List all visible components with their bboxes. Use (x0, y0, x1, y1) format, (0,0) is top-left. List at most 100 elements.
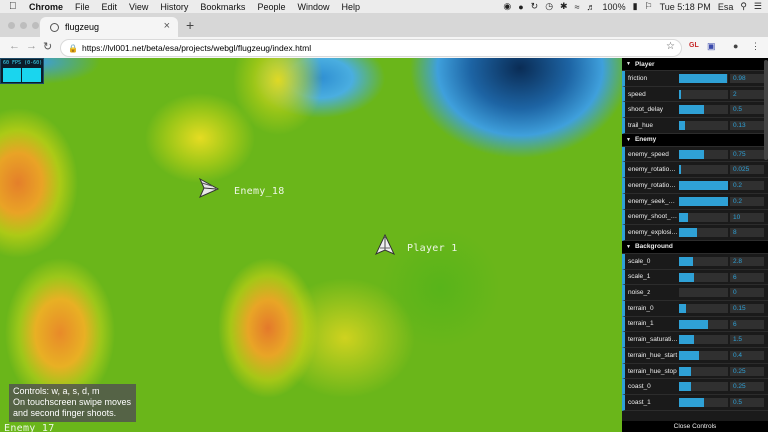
value-field[interactable]: 0.13 (730, 121, 764, 131)
folder-background[interactable]: ▼ Background (622, 240, 768, 254)
menu-app-chrome[interactable]: Chrome (29, 2, 63, 12)
slider-track[interactable] (679, 105, 728, 115)
back-arrow-icon[interactable]: ← (9, 40, 20, 52)
value-field[interactable]: 0.25 (730, 366, 764, 376)
flag-icon[interactable]: ⚐ (645, 1, 653, 12)
value-field[interactable]: 0.5 (730, 398, 764, 408)
value-field[interactable]: 0.5 (730, 105, 764, 115)
slider-fill[interactable] (679, 228, 698, 238)
bookmark-star-icon[interactable]: ☆ (666, 41, 675, 52)
value-field[interactable]: 0 (730, 288, 764, 298)
close-tab-icon[interactable]: × (164, 20, 170, 32)
slider-track[interactable] (679, 272, 728, 282)
slider-track[interactable] (679, 212, 728, 222)
slider-track[interactable] (679, 382, 728, 392)
menu-view[interactable]: View (129, 2, 148, 12)
time-machine-icon[interactable]: ◷ (545, 1, 553, 12)
slider-track[interactable] (679, 366, 728, 376)
slider-fill[interactable] (679, 89, 681, 99)
slider-fill[interactable] (679, 74, 728, 83)
gl-extension-icon[interactable]: GL (689, 42, 699, 49)
slider-fill[interactable] (679, 398, 704, 408)
slider-track[interactable] (679, 228, 728, 238)
status-icon-1[interactable]: ◉ (503, 1, 511, 12)
new-tab-button[interactable]: + (186, 17, 194, 33)
folder-player[interactable]: ▼ Player (622, 58, 768, 71)
slider-fill[interactable] (679, 181, 728, 191)
slider-fill[interactable] (679, 121, 686, 131)
user-name[interactable]: Esa (718, 2, 734, 12)
slider-track[interactable] (679, 335, 728, 345)
value-field[interactable]: 10 (730, 212, 764, 222)
menu-window[interactable]: Window (297, 2, 329, 12)
slider-fill[interactable] (679, 366, 692, 376)
value-field[interactable]: 0.2 (730, 196, 764, 206)
value-field[interactable]: 2.8 (730, 256, 764, 266)
slider-track[interactable] (679, 165, 728, 175)
window-zoom-button[interactable] (32, 22, 39, 29)
slider-fill[interactable] (679, 196, 728, 206)
url-text[interactable]: https://lvl001.net/beta/esa/projects/web… (82, 43, 311, 53)
slider-track[interactable] (679, 319, 728, 329)
notification-center-icon[interactable]: ☰ (754, 1, 762, 12)
slider-track[interactable] (679, 256, 728, 266)
slider-track[interactable] (679, 121, 728, 131)
menu-help[interactable]: Help (341, 2, 360, 12)
bluetooth-icon[interactable]: ✱ (560, 1, 568, 12)
slider-track[interactable] (679, 196, 728, 206)
slider-track[interactable] (679, 74, 728, 83)
menu-edit[interactable]: Edit (102, 2, 118, 12)
slider-track[interactable] (679, 89, 728, 99)
value-field[interactable]: 0.75 (730, 149, 764, 159)
value-field[interactable]: 0.2 (730, 181, 764, 191)
slider-fill[interactable] (679, 351, 699, 360)
slider-fill[interactable] (679, 382, 692, 392)
value-field[interactable]: 0.025 (730, 165, 764, 175)
slider-fill[interactable] (679, 256, 693, 266)
slider-track[interactable] (679, 303, 728, 313)
value-field[interactable]: 6 (730, 319, 764, 329)
slider-fill[interactable] (679, 165, 682, 175)
extension-icon[interactable]: ▣ (707, 41, 716, 52)
value-field[interactable]: 0.25 (730, 382, 764, 392)
sync-icon[interactable]: ↻ (531, 1, 539, 12)
clock[interactable]: Tue 5:18 PM (660, 2, 711, 12)
slider-fill[interactable] (679, 212, 688, 222)
battery-icon[interactable]: ▮ (633, 1, 638, 12)
slider-track[interactable] (679, 181, 728, 191)
status-icon-2[interactable]: ● (518, 2, 523, 12)
address-bar[interactable]: 🔒 https://lvl001.net/beta/esa/projects/w… (60, 39, 682, 57)
menu-people[interactable]: People (257, 2, 285, 12)
value-field[interactable]: 2 (730, 89, 764, 99)
slider-fill[interactable] (679, 303, 687, 313)
value-field[interactable]: 1.5 (730, 335, 764, 345)
slider-fill[interactable] (679, 105, 704, 115)
window-close-button[interactable] (8, 22, 15, 29)
fps-meter[interactable]: 60 FPS (0-60) (0, 58, 44, 84)
folder-enemy[interactable]: ▼ Enemy (622, 133, 768, 147)
battery-percent[interactable]: 100% (603, 2, 626, 12)
search-icon[interactable]: ⚲ (740, 1, 747, 12)
slider-track[interactable] (679, 288, 728, 298)
panel-scrollbar[interactable] (764, 60, 768, 160)
volume-icon[interactable]: ♬ (587, 2, 596, 12)
slider-fill[interactable] (679, 272, 694, 282)
value-field[interactable]: 8 (730, 228, 764, 238)
slider-fill[interactable] (679, 149, 704, 159)
value-field[interactable]: 6 (730, 272, 764, 282)
value-field[interactable]: 0.98 (730, 74, 764, 83)
close-controls-button[interactable]: Close Controls (622, 421, 768, 432)
value-field[interactable]: 0.15 (730, 303, 764, 313)
menu-file[interactable]: File (75, 2, 90, 12)
tab-flugzeug[interactable]: flugzeug × (40, 17, 178, 37)
slider-track[interactable] (679, 351, 728, 360)
window-minimize-button[interactable] (20, 22, 27, 29)
apple-icon[interactable]:  (9, 1, 19, 12)
slider-fill[interactable] (679, 335, 694, 345)
value-field[interactable]: 0.4 (730, 351, 764, 360)
slider-track[interactable] (679, 149, 728, 159)
wifi-icon[interactable]: ≈ (575, 2, 580, 12)
game-canvas[interactable]: 60 FPS (0-60) Enemy_18 Player 1 Controls… (0, 58, 768, 432)
menu-history[interactable]: History (160, 2, 188, 12)
menu-bookmarks[interactable]: Bookmarks (200, 2, 245, 12)
